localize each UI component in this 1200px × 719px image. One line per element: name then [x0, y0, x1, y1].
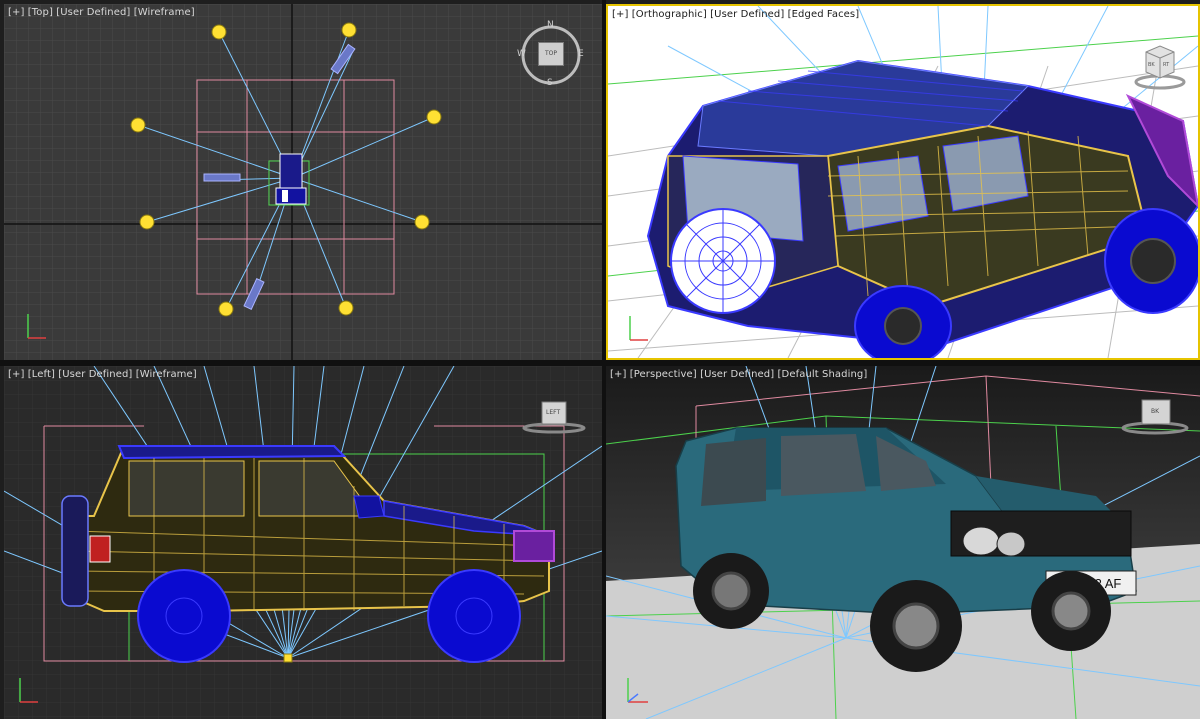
- viewport-menu-plus[interactable]: [+]: [8, 7, 24, 18]
- viewport-orthographic[interactable]: [+] [Orthographic] [User Defined] [Edged…: [606, 4, 1200, 360]
- viewcube-face-back: BK: [1151, 408, 1160, 415]
- axis-tripod-icon: [27, 314, 46, 339]
- viewport-user-defined[interactable]: [User Defined]: [58, 369, 132, 380]
- top-scene: [4, 4, 602, 360]
- viewport-point-of-view[interactable]: [Top]: [28, 7, 53, 18]
- viewport-user-defined[interactable]: [User Defined]: [56, 7, 130, 18]
- viewport-shading-mode[interactable]: [Wireframe]: [136, 369, 197, 380]
- viewport-shading-mode[interactable]: [Wireframe]: [134, 7, 195, 18]
- viewport-point-of-view[interactable]: [Orthographic]: [632, 9, 707, 20]
- viewcube-face-right: RT: [1163, 62, 1170, 68]
- viewcube-icon[interactable]: BK: [1120, 396, 1190, 436]
- viewcube-icon[interactable]: TOP: [538, 42, 564, 66]
- viewport-top-label: [+] [Top] [User Defined] [Wireframe]: [8, 7, 195, 18]
- viewcube-face-back: BK: [1148, 62, 1155, 68]
- viewport-persp-label: [+] [Perspective] [User Defined] [Defaul…: [610, 369, 867, 380]
- viewport-ortho-label: [+] [Orthographic] [User Defined] [Edged…: [612, 9, 859, 20]
- left-scene: [4, 366, 602, 719]
- viewport-top[interactable]: [+] [Top] [User Defined] [Wireframe] N S…: [4, 4, 602, 360]
- axis-tripod-icon: [627, 678, 648, 703]
- compass-e: E: [578, 49, 584, 59]
- viewport-user-defined[interactable]: [User Defined]: [710, 9, 784, 20]
- compass-n: N: [547, 20, 554, 30]
- viewport-menu-plus[interactable]: [+]: [610, 369, 626, 380]
- viewport-user-defined[interactable]: [User Defined]: [700, 369, 774, 380]
- viewport-point-of-view[interactable]: [Left]: [28, 369, 55, 380]
- viewport-point-of-view[interactable]: [Perspective]: [630, 369, 697, 380]
- compass-s: S: [547, 78, 553, 88]
- viewcube-icon[interactable]: BK RT: [1132, 42, 1188, 92]
- viewcube-face-left: LEFT: [546, 409, 561, 416]
- compass-icon[interactable]: N S E W TOP: [516, 20, 586, 90]
- viewport-left-label: [+] [Left] [User Defined] [Wireframe]: [8, 369, 197, 380]
- viewport-perspective[interactable]: [+] [Perspective] [User Defined] [Defaul…: [606, 366, 1200, 719]
- viewport-shading-mode[interactable]: [Edged Faces]: [788, 9, 860, 20]
- viewport-divider-horizontal[interactable]: [0, 360, 1200, 366]
- wheel-icon: [670, 208, 776, 314]
- axis-tripod-icon: [629, 316, 648, 341]
- ortho-scene: [608, 6, 1198, 358]
- viewcube-icon[interactable]: LEFT: [522, 400, 586, 436]
- viewport-menu-plus[interactable]: [+]: [612, 9, 628, 20]
- perspective-scene: S 4392 AF: [606, 366, 1200, 719]
- viewport-menu-plus[interactable]: [+]: [8, 369, 24, 380]
- axis-tripod-icon: [19, 678, 38, 703]
- viewport-shading-mode[interactable]: [Default Shading]: [778, 369, 868, 380]
- viewport-left[interactable]: [+] [Left] [User Defined] [Wireframe] LE…: [4, 366, 602, 719]
- compass-w: W: [517, 49, 526, 59]
